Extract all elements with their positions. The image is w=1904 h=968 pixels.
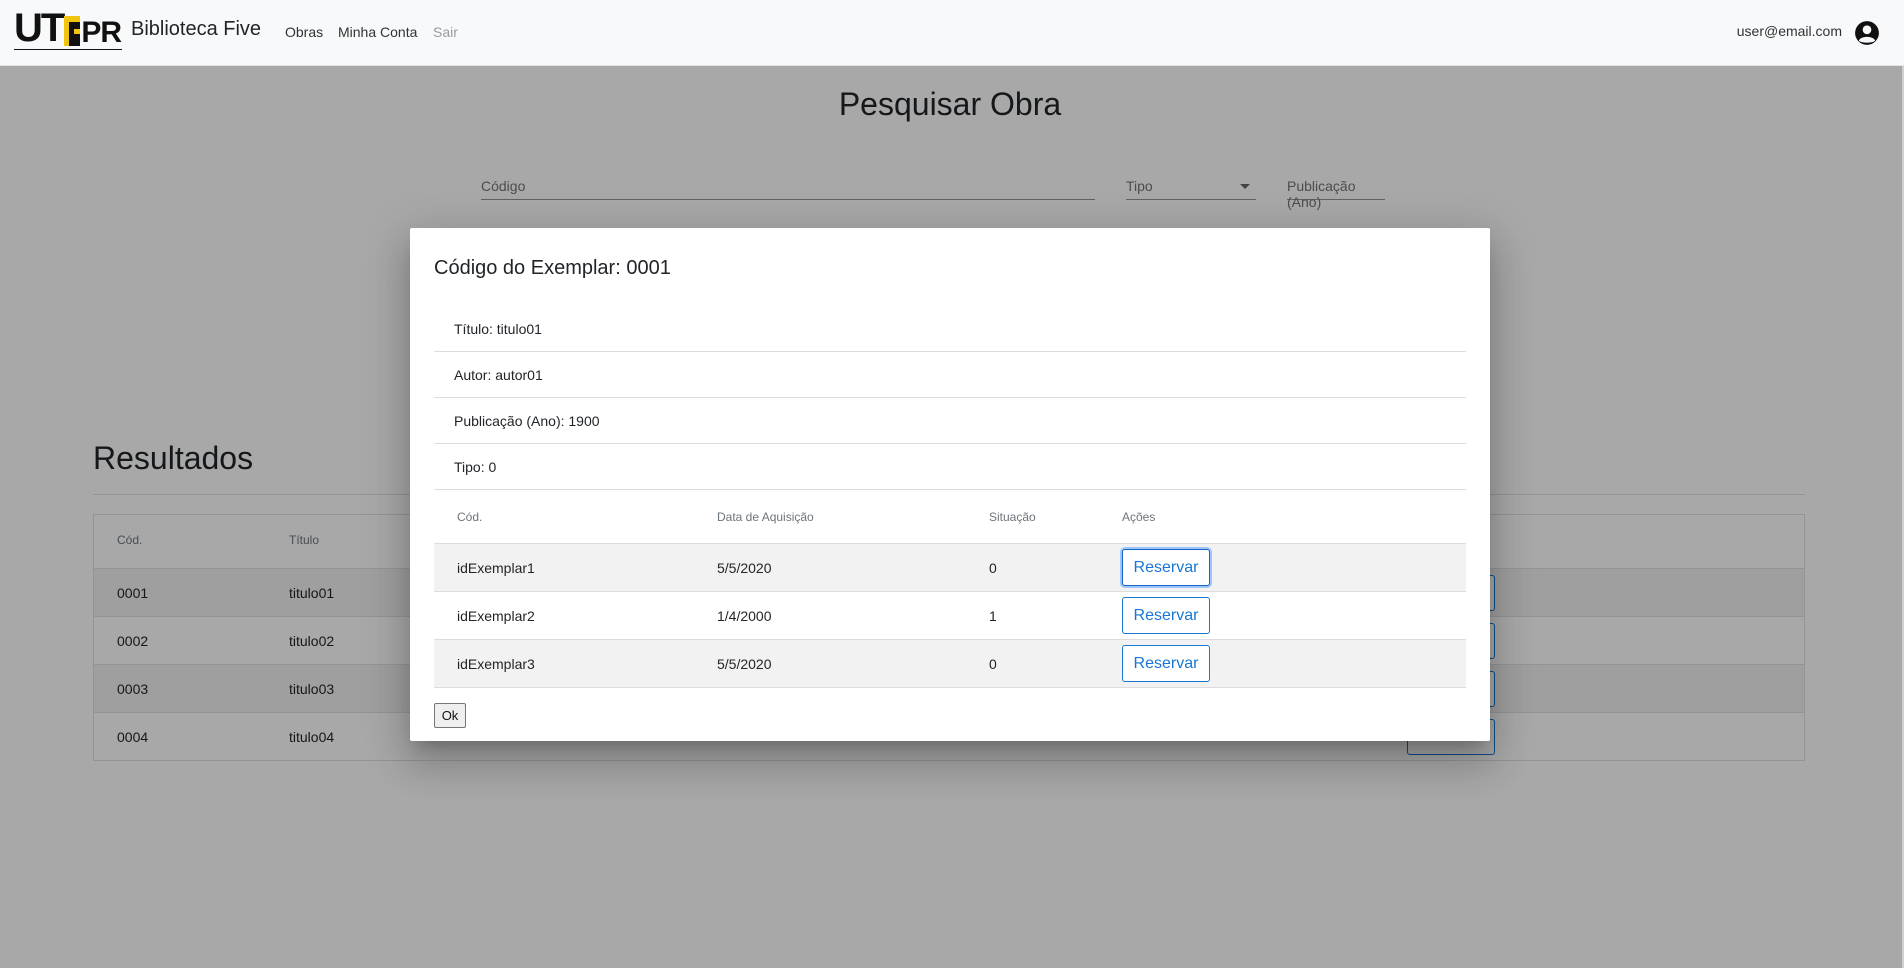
exemplar-dialog: Código do Exemplar: 0001 Título: titulo0… bbox=[410, 228, 1490, 741]
column-header-cod: Cód. bbox=[457, 510, 483, 524]
reservar-button[interactable]: Reservar bbox=[1122, 549, 1210, 586]
cell-data: 5/5/2020 bbox=[717, 560, 772, 576]
nav-link-minha-conta[interactable]: Minha Conta bbox=[338, 24, 417, 40]
brand-title[interactable]: Biblioteca Five bbox=[131, 18, 261, 41]
nav-link-sair[interactable]: Sair bbox=[433, 24, 458, 40]
nav-link-obras[interactable]: Obras bbox=[285, 24, 323, 40]
cell-situacao: 0 bbox=[989, 656, 997, 672]
table-row: idExemplar3 5/5/2020 0 Reservar bbox=[434, 640, 1466, 688]
reservar-button[interactable]: Reservar bbox=[1122, 645, 1210, 682]
info-tipo: Tipo: 0 bbox=[434, 444, 1466, 490]
column-header-acoes: Ações bbox=[1122, 510, 1156, 524]
info-titulo: Título: titulo01 bbox=[434, 306, 1466, 352]
user-email: user@email.com bbox=[1736, 23, 1842, 39]
info-publicacao: Publicação (Ano): 1900 bbox=[434, 398, 1466, 444]
exemplares-table-header: Cód. Data de Aquisição Situação Ações bbox=[434, 488, 1466, 544]
cell-situacao: 1 bbox=[989, 608, 997, 624]
dialog-title: Código do Exemplar: 0001 bbox=[434, 257, 671, 279]
column-header-situacao: Situação bbox=[989, 510, 1036, 524]
info-autor: Autor: autor01 bbox=[434, 352, 1466, 398]
cell-cod: idExemplar1 bbox=[457, 560, 535, 576]
ok-button[interactable]: Ok bbox=[434, 703, 466, 728]
column-header-data: Data de Aquisição bbox=[717, 510, 814, 524]
table-row: idExemplar1 5/5/2020 0 Reservar bbox=[434, 544, 1466, 592]
cell-data: 5/5/2020 bbox=[717, 656, 772, 672]
cell-cod: idExemplar2 bbox=[457, 608, 535, 624]
utfpr-logo[interactable]: UT PR bbox=[14, 8, 122, 54]
cell-situacao: 0 bbox=[989, 560, 997, 576]
table-row: idExemplar2 1/4/2000 1 Reservar bbox=[434, 592, 1466, 640]
cell-cod: idExemplar3 bbox=[457, 656, 535, 672]
navbar: UT PR Biblioteca Five Obras Minha Conta S… bbox=[0, 0, 1904, 66]
account-circle-icon[interactable] bbox=[1854, 20, 1880, 46]
reservar-button[interactable]: Reservar bbox=[1122, 597, 1210, 634]
cell-data: 1/4/2000 bbox=[717, 608, 772, 624]
